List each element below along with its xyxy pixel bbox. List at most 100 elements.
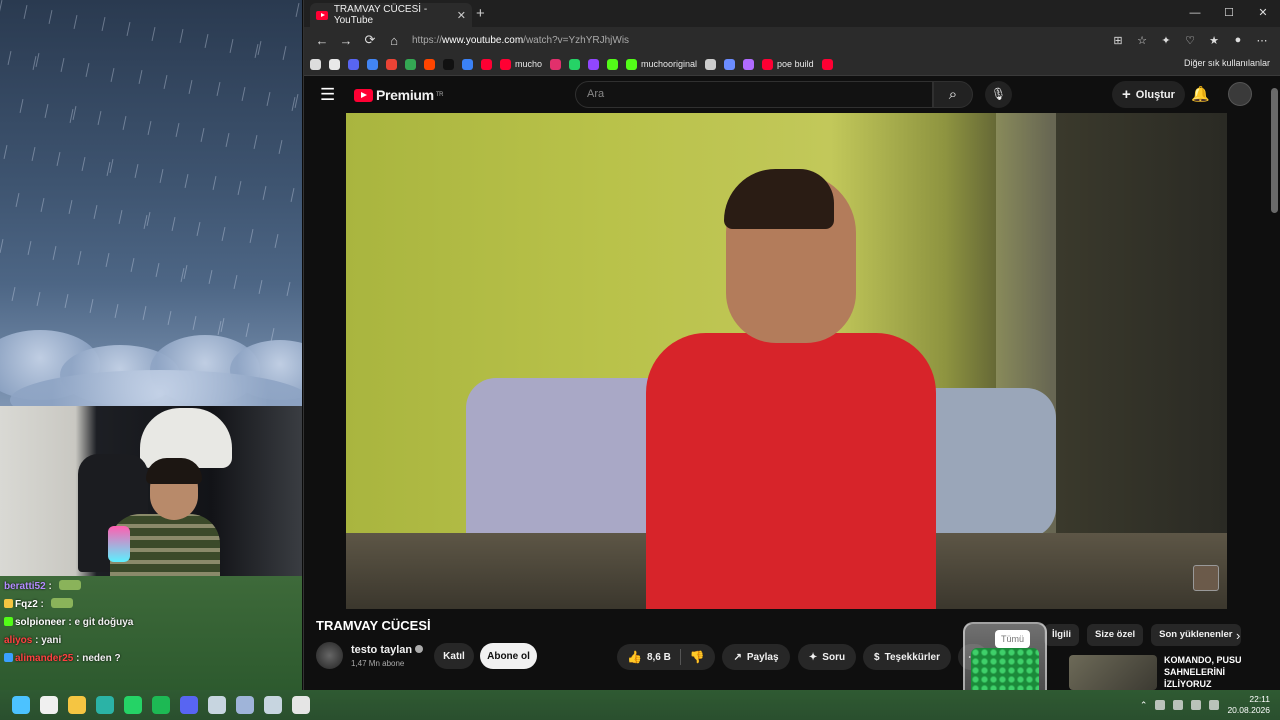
channel-name[interactable]: testo taylan	[351, 644, 424, 656]
voice-search-icon[interactable]: 🎙	[985, 81, 1012, 108]
maximize-button[interactable]: ☐	[1212, 0, 1246, 26]
bookmark-item[interactable]	[348, 58, 359, 70]
title-bar: TRAMVAY CÜCESİ - YouTube ✕ + — ☐ ✕	[304, 0, 1280, 27]
more-menu-icon[interactable]: ⋯	[1250, 34, 1274, 47]
bookmark-label: muchooriginal	[641, 59, 698, 69]
chat-username[interactable]: aliyos	[4, 635, 32, 646]
new-tab-button[interactable]: +	[476, 5, 485, 22]
bookmark-item[interactable]: mucho	[500, 58, 542, 70]
bookmark-item[interactable]	[367, 58, 378, 70]
account-avatar[interactable]	[1228, 82, 1252, 106]
bookmark-item[interactable]	[424, 58, 435, 70]
reload-button[interactable]: ⟳	[358, 32, 382, 48]
close-window-button[interactable]: ✕	[1246, 0, 1280, 26]
bookmark-item[interactable]	[821, 58, 833, 70]
tab-youtube[interactable]: TRAMVAY CÜCESİ - YouTube ✕	[310, 3, 472, 27]
home-button[interactable]: ⌂	[382, 33, 406, 48]
chat-username[interactable]: solpioneer	[15, 617, 66, 628]
favorite-star-icon[interactable]: ☆	[1130, 34, 1154, 47]
tab-close-icon[interactable]: ✕	[457, 9, 466, 22]
bookmark-favicon-icon	[481, 58, 492, 70]
taskbar-obs-icon[interactable]	[292, 696, 310, 714]
chevron-right-icon[interactable]: ›	[1236, 628, 1240, 643]
taskbar-steam-icon[interactable]	[208, 696, 226, 714]
bookmark-item[interactable]	[588, 58, 600, 70]
taskbar-discord-icon[interactable]	[180, 696, 198, 714]
bookmark-item[interactable]	[310, 58, 321, 70]
bookmark-favicon-icon	[405, 58, 416, 70]
subscribe-button[interactable]: Abone ol	[480, 643, 537, 669]
taskbar-whatsapp-icon[interactable]	[124, 696, 142, 714]
join-button[interactable]: Katıl	[434, 643, 474, 669]
bookmark-item[interactable]: muchooriginal	[626, 58, 698, 70]
search-input[interactable]: Ara	[575, 81, 933, 108]
bookmark-item[interactable]	[569, 58, 581, 70]
notifications-bell-icon[interactable]: 🔔	[1191, 85, 1210, 103]
display-icon[interactable]	[1191, 700, 1202, 710]
video-player[interactable]	[346, 113, 1227, 609]
chat-badge-icon	[4, 653, 13, 662]
volume-icon[interactable]	[1209, 700, 1220, 710]
bookmark-item[interactable]	[329, 58, 340, 70]
chat-username[interactable]: Fqz2	[15, 599, 38, 610]
taskbar	[0, 690, 1280, 720]
tray-chevron-icon[interactable]: ⌃	[1140, 700, 1148, 711]
menu-icon[interactable]: ☰	[320, 85, 346, 105]
chip-for-you[interactable]: Size özel	[1087, 624, 1144, 646]
rain-streak	[237, 181, 242, 195]
taskbar-explorer-icon[interactable]	[68, 696, 86, 714]
channel-avatar[interactable]	[316, 642, 343, 669]
taskbar-widgets-icon[interactable]	[40, 696, 58, 714]
taskbar-app-icon[interactable]	[236, 696, 254, 714]
like-count[interactable]: 8,6 B	[647, 652, 671, 663]
chip-recent[interactable]: Son yüklenenler	[1151, 624, 1241, 646]
taskbar-spotify-icon[interactable]	[152, 696, 170, 714]
youtube-favicon-icon	[316, 10, 328, 20]
taskbar-steam2-icon[interactable]	[264, 696, 282, 714]
taskbar-edge-icon[interactable]	[96, 696, 114, 714]
mic-tray-icon[interactable]	[1173, 700, 1184, 710]
recommended-thumbnail[interactable]	[1069, 655, 1157, 690]
bookmark-item[interactable]: poe build	[762, 58, 814, 70]
share-button[interactable]: ↗ Paylaş	[722, 644, 790, 670]
bookmark-item[interactable]	[724, 58, 736, 70]
url-field[interactable]: https://www.youtube.com/watch?v=YzhYRJhj…	[412, 35, 629, 46]
ask-button[interactable]: ✦ Soru	[798, 644, 856, 670]
taskbar-windows-icon[interactable]	[12, 696, 30, 714]
bookmark-item[interactable]	[443, 58, 454, 70]
bookmark-favicon-icon	[705, 58, 717, 70]
recommended-title[interactable]: KOMANDO, PUSU SAHNELERİNİ İZLİYORUZ	[1164, 654, 1264, 690]
search-icon[interactable]: ⌕	[933, 81, 973, 108]
rain-streak	[159, 169, 164, 183]
chat-username[interactable]: alimander25	[15, 653, 73, 664]
other-bookmarks-folder[interactable]: Diğer sık kullanılanlar	[1184, 58, 1270, 68]
bookmark-item[interactable]	[405, 58, 416, 70]
bookmark-item[interactable]	[481, 58, 492, 70]
minimize-button[interactable]: —	[1178, 0, 1212, 26]
rain-streak	[179, 29, 184, 43]
extensions-icon[interactable]: ✦	[1154, 34, 1178, 47]
bookmark-item[interactable]	[705, 58, 717, 70]
bookmark-item[interactable]	[607, 58, 619, 70]
dislike-icon[interactable]: 👎	[690, 650, 705, 664]
bookmark-item[interactable]	[386, 58, 397, 70]
clock[interactable]: 22:11 20.08.2026	[1227, 694, 1270, 716]
bookmark-item[interactable]	[462, 58, 473, 70]
page-scrollbar[interactable]	[1271, 88, 1278, 213]
bookmark-item[interactable]	[743, 58, 755, 70]
channel-watermark[interactable]	[1193, 565, 1219, 591]
profile-icon[interactable]: ●	[1226, 34, 1250, 46]
split-screen-icon[interactable]: ⊞	[1106, 34, 1130, 47]
thanks-button[interactable]: $ Teşekkürler	[863, 644, 951, 670]
back-button[interactable]: ←	[310, 33, 334, 48]
favorites-icon[interactable]: ★	[1202, 34, 1226, 47]
browser-essentials-icon[interactable]: ♡	[1178, 34, 1202, 47]
chip-related[interactable]: İlgili	[1044, 624, 1079, 646]
like-icon[interactable]: 👍	[627, 650, 642, 664]
chat-username[interactable]: beratti52	[4, 581, 46, 592]
bookmark-item[interactable]	[550, 58, 562, 70]
create-button[interactable]: + Oluştur	[1112, 81, 1185, 108]
forward-button[interactable]: →	[334, 33, 358, 48]
network-icon[interactable]	[1155, 700, 1166, 710]
youtube-logo[interactable]: Premium TR	[354, 87, 444, 103]
